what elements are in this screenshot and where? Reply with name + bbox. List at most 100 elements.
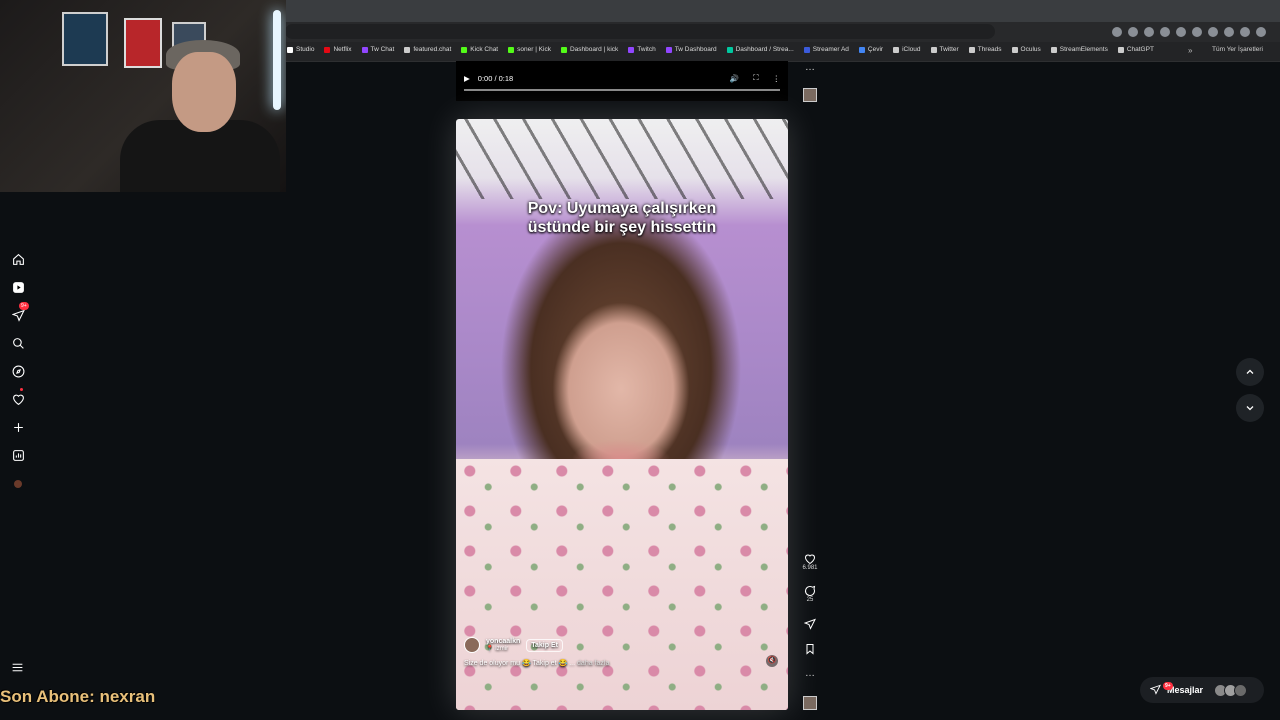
bookmark-item[interactable]: soner | Kick (508, 46, 551, 53)
bookmark-item[interactable]: Dashboard / Strea... (726, 46, 794, 53)
create-icon[interactable] (10, 419, 26, 435)
comment-icon (805, 585, 816, 596)
bookmark-label: Tw Dashboard (674, 46, 717, 53)
bookmark-item[interactable]: Streamer Ad (803, 46, 849, 53)
bookmark-label: iCloud (902, 46, 921, 53)
notification-badge: 9+ (19, 302, 29, 310)
all-bookmarks-folder[interactable]: Tüm Yer İşaretleri (1212, 46, 1263, 53)
bookmark-icon (858, 46, 865, 53)
heart-icon (804, 554, 816, 565)
profile-avatar[interactable] (1256, 27, 1266, 37)
bookmark-label: Dashboard | kick (569, 46, 619, 53)
next-reel-button[interactable] (1236, 394, 1264, 422)
bookmark-icon (726, 46, 733, 53)
volume-icon[interactable]: 🔊 (730, 74, 739, 83)
profile-avatar[interactable] (10, 476, 26, 492)
like-count: 6.981 (802, 565, 818, 571)
star-icon[interactable] (1128, 27, 1138, 37)
extension-icon[interactable] (1176, 27, 1186, 37)
reel-author: yoncaalkn 📍 İzmir Takip Et (464, 637, 563, 653)
bookmark-item[interactable]: Twitter (930, 46, 959, 53)
bookmark-label: Çevir (867, 46, 884, 53)
bookmark-list: Studio Netflix Tw Chat featured.chat Kick Ch… (287, 46, 1154, 53)
streamer-head (172, 52, 236, 132)
extension-icon[interactable] (1144, 27, 1154, 37)
webcam-overlay (0, 0, 286, 192)
bookmark-item[interactable]: ChatGPT (1117, 46, 1154, 53)
address-bar[interactable] (285, 24, 995, 39)
bookmark-item[interactable]: Studio (287, 46, 314, 53)
bookmark-label: ChatGPT (1126, 46, 1154, 53)
last-subscriber-text: Son Abone: nexran (0, 687, 156, 706)
more-options-icon[interactable]: … (800, 62, 820, 73)
video-controls: ▶ 0:00 / 0:18 🔊 ⛶ ⋮ (462, 72, 782, 84)
comment-button[interactable]: 25 (800, 585, 820, 603)
bookmark-icon (1117, 46, 1124, 53)
fullscreen-icon[interactable]: ⛶ (753, 73, 758, 83)
caption-line: Pov: Uyumaya çalışırken (527, 200, 717, 217)
bookmark-item[interactable]: featured.chat (404, 46, 451, 53)
avatar (1234, 683, 1248, 697)
puzzle-icon[interactable] (1240, 27, 1250, 37)
bookmark-item[interactable]: Tw Dashboard (665, 46, 717, 53)
dashboard-icon[interactable] (10, 447, 26, 463)
messages-button[interactable]: 9+ Mesajlar (1140, 677, 1264, 703)
extension-icon[interactable] (1160, 27, 1170, 37)
more-link[interactable]: daha fazla (577, 660, 609, 667)
extension-icon[interactable] (1224, 27, 1234, 37)
bookmark-label: Studio (296, 46, 315, 53)
author-location[interactable]: 📍 İzmir (486, 645, 520, 652)
bookmarks-more-button[interactable]: » (1188, 46, 1192, 55)
contact-avatars (1214, 683, 1248, 697)
follow-button[interactable]: Takip Et (526, 638, 563, 652)
reels-icon[interactable] (10, 279, 26, 295)
bookmark-icon (324, 46, 331, 53)
bookmark-item[interactable]: Dashboard | kick (560, 46, 619, 53)
bookmark-label: StreamElements (1059, 46, 1108, 53)
previous-reel-button[interactable] (1236, 358, 1264, 386)
like-button[interactable]: 6.981 (800, 553, 820, 571)
video-progress-bar[interactable] (464, 89, 780, 91)
bookmark-label: Oculus (1020, 46, 1041, 53)
more-options-icon[interactable]: ⋮ (773, 74, 781, 83)
mute-icon[interactable]: 🔇 (766, 655, 778, 667)
extension-icon[interactable] (1208, 27, 1218, 37)
bookmark-item[interactable]: Twitch (628, 46, 656, 53)
bookmark-icon (1050, 46, 1057, 53)
video-time: 0:00 / 0:18 (477, 73, 514, 83)
reel-video[interactable]: Pov: Uyumaya çalışırken üstünde bir şey … (456, 119, 788, 710)
audio-thumbnail[interactable] (800, 88, 820, 102)
wall-poster (124, 18, 162, 68)
bookmark-icon (628, 46, 635, 53)
author-username[interactable]: yoncaalkn (486, 638, 520, 645)
bookmark-label: Twitter (939, 46, 959, 53)
bookmark-item[interactable]: Threads (968, 46, 1002, 53)
messages-icon[interactable]: 9+ (10, 302, 29, 323)
more-options-icon[interactable]: … (800, 668, 820, 679)
bookmark-icon (461, 46, 468, 53)
bookmark-item[interactable]: Oculus (1011, 46, 1041, 53)
save-button[interactable] (800, 643, 820, 655)
bookmark-icon (803, 46, 810, 53)
explore-icon[interactable] (10, 363, 26, 379)
chevron-up-icon (1246, 369, 1254, 374)
audio-thumbnail[interactable] (800, 696, 820, 710)
home-icon[interactable] (10, 251, 26, 267)
play-icon[interactable]: ▶ (464, 74, 470, 83)
bookmark-item[interactable]: Kick Chat (461, 46, 498, 53)
share-button[interactable] (800, 618, 820, 630)
bookmark-label: Dashboard / Strea... (735, 46, 794, 53)
bookmark-item[interactable]: Netflix (324, 46, 352, 53)
share-icon[interactable] (1112, 27, 1122, 37)
extension-icon[interactable] (1192, 27, 1202, 37)
search-icon[interactable] (10, 335, 26, 351)
bookmark-icon (665, 46, 672, 53)
bookmark-item[interactable]: Tw Chat (361, 46, 394, 53)
bookmark-item[interactable]: iCloud (893, 46, 921, 53)
light-tube (273, 10, 281, 110)
bookmark-item[interactable]: StreamElements (1050, 46, 1108, 53)
menu-icon[interactable] (11, 661, 24, 679)
author-avatar[interactable] (464, 637, 480, 653)
heart-icon[interactable] (10, 388, 26, 407)
bookmark-item[interactable]: Çevir (858, 46, 884, 53)
